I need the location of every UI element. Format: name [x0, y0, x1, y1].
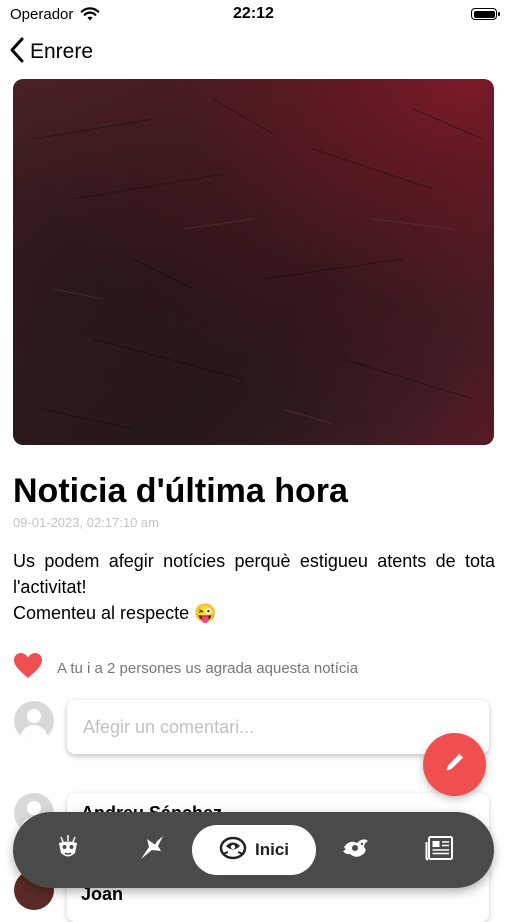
heart-icon[interactable] — [13, 652, 43, 684]
likes-row: A tu i a 2 persones us agrada aquesta no… — [13, 652, 358, 684]
pencil-icon — [443, 750, 467, 779]
article-body: Us podem afegir notícies perquè estigueu… — [13, 548, 495, 626]
newspaper-icon — [425, 834, 455, 867]
article-date: 09-01-2023, 02:17:10 am — [13, 515, 159, 530]
article-title: Noticia d'última hora — [13, 472, 348, 510]
article-image — [13, 79, 494, 445]
tab-dragon[interactable] — [331, 825, 381, 875]
battery-icon — [471, 8, 500, 20]
tab-mask[interactable] — [43, 825, 93, 875]
comment-input[interactable] — [81, 715, 475, 739]
clock: 22:12 — [233, 5, 274, 22]
status-bar: Operador 22:12 — [0, 0, 507, 30]
tab-inici[interactable]: Inici — [192, 825, 316, 875]
edit-button[interactable] — [423, 733, 486, 796]
comment-input-box[interactable] — [67, 700, 489, 754]
article-body-line: Us podem afegir notícies perquè estigueu… — [13, 551, 495, 597]
tab-bird[interactable] — [127, 825, 177, 875]
article-body-line: Comenteu al respecte 😜 — [13, 603, 217, 623]
back-button[interactable]: Enrere — [10, 37, 93, 67]
bird-icon — [137, 833, 167, 868]
tab-bar: Inici — [13, 812, 494, 888]
mask-icon — [53, 833, 83, 868]
dragon-icon — [340, 833, 372, 868]
logo-icon — [219, 835, 247, 866]
back-label: Enrere — [30, 40, 94, 63]
user-avatar — [14, 701, 54, 741]
tab-inici-label: Inici — [254, 840, 289, 859]
tab-news[interactable] — [415, 825, 465, 875]
chevron-left-icon — [10, 37, 24, 68]
likes-text: A tu i a 2 persones us agrada aquesta no… — [57, 659, 359, 677]
